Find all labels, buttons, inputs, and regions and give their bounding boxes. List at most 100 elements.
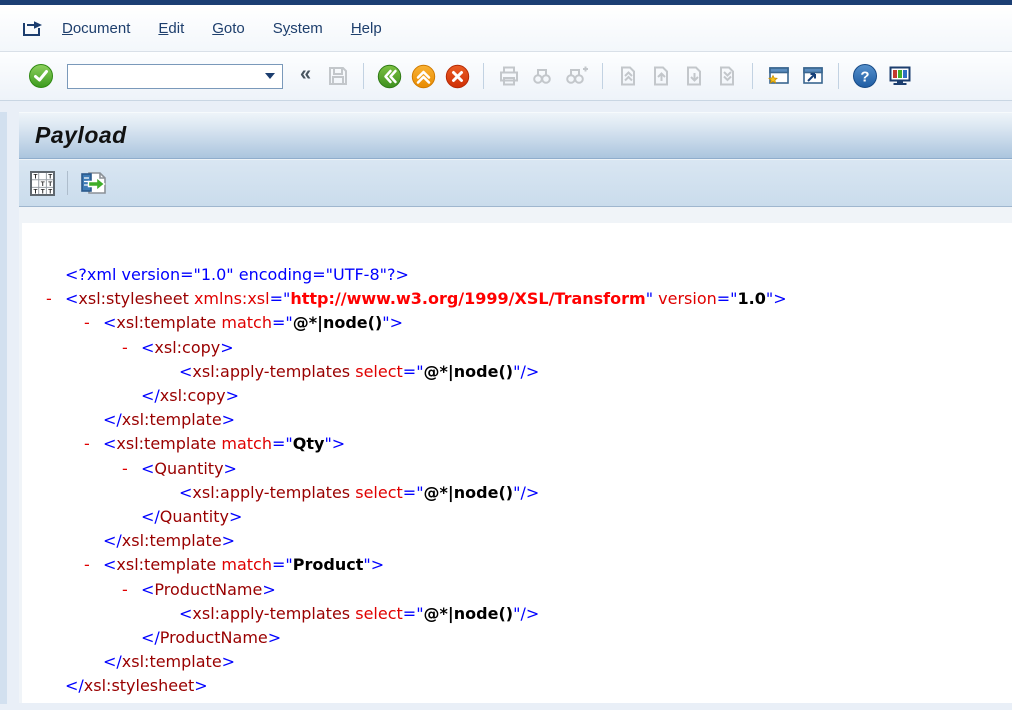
collapse-marker[interactable]: - — [122, 578, 141, 602]
find-next-button — [563, 64, 589, 88]
command-input[interactable] — [72, 66, 264, 87]
xml-line: </Quantity> — [22, 505, 1012, 529]
xml-line: -<xsl:copy> — [22, 336, 1012, 360]
xml-token: > — [222, 410, 235, 429]
xml-token: </ — [103, 652, 122, 671]
toolbar-separator — [363, 63, 364, 89]
content-area: <?xml version="1.0" encoding="UTF-8"?>-<… — [19, 207, 1012, 703]
xml-token: select — [355, 483, 403, 502]
page-title: Payload — [35, 122, 127, 149]
xml-token: > — [268, 628, 281, 647]
export-button[interactable] — [79, 170, 108, 197]
exit-session-icon[interactable] — [20, 17, 46, 39]
xml-token: > — [262, 580, 275, 599]
xml-token: </ — [141, 386, 160, 405]
collapse-marker[interactable]: - — [84, 553, 103, 577]
menu-edit[interactable]: Edit — [158, 20, 184, 37]
xml-token: > — [229, 507, 242, 526]
table-view-button[interactable]: TT TT TTT — [29, 170, 56, 197]
xml-token: < — [179, 483, 192, 502]
menu-help[interactable]: Help — [351, 20, 382, 37]
xml-token: xsl:apply-templates — [192, 362, 350, 381]
menu-goto[interactable]: Goto — [212, 20, 245, 37]
enter-button[interactable] — [28, 63, 54, 89]
xml-token: </ — [103, 410, 122, 429]
collapse-marker[interactable]: - — [84, 432, 103, 456]
xml-token: > — [226, 386, 239, 405]
menu-items: Document Edit Goto System Help — [62, 20, 382, 37]
help-button[interactable]: ? — [852, 63, 878, 89]
xml-token: " — [646, 289, 658, 308]
xml-token: match — [221, 313, 272, 332]
svg-text:T: T — [48, 188, 52, 195]
xml-token: 1.0 — [738, 289, 766, 308]
xml-token: > — [222, 652, 235, 671]
xml-token: "> — [324, 434, 345, 453]
xml-token: Product — [293, 555, 364, 574]
xml-token: http://www.w3.org/1999/XSL/Transform — [290, 289, 645, 308]
svg-text:T: T — [41, 180, 45, 187]
toolbar-separator — [838, 63, 839, 89]
toolbar-separator — [752, 63, 753, 89]
xml-token: =" — [403, 362, 424, 381]
collapse-marker[interactable]: - — [122, 457, 141, 481]
xml-token: <?xml version="1.0" encoding="UTF-8"?> — [65, 265, 409, 284]
sap-gui-window: Document Edit Goto System Help « — [0, 0, 1012, 704]
xml-line: <xsl:apply-templates select="@*|node()"/… — [22, 602, 1012, 626]
cancel-button[interactable] — [445, 64, 470, 89]
xml-token: =" — [272, 434, 293, 453]
customize-layout-button[interactable] — [887, 64, 913, 89]
xml-token: Quantity — [154, 459, 223, 478]
xml-token: =" — [272, 555, 293, 574]
xml-token: xmlns:xsl — [194, 289, 270, 308]
new-session-button[interactable] — [766, 64, 791, 88]
xml-line: -<xsl:template match="Qty"> — [22, 432, 1012, 456]
xml-token: xsl:copy — [154, 338, 220, 357]
xml-token: ProductName — [160, 628, 268, 647]
xml-token: xsl:template — [116, 434, 216, 453]
collapse-marker[interactable]: - — [122, 336, 141, 360]
chevron-down-icon[interactable] — [264, 72, 276, 80]
xml-line: </xsl:stylesheet> — [22, 674, 1012, 698]
xml-token: </ — [65, 676, 84, 695]
xml-token: > — [224, 459, 237, 478]
xml-token: < — [141, 580, 154, 599]
xml-token: < — [179, 604, 192, 623]
xml-token: @*|node() — [293, 313, 383, 332]
xml-token: match — [221, 555, 272, 574]
svg-text:T: T — [34, 173, 38, 180]
exit-button[interactable] — [411, 64, 436, 89]
collapse-toolbar-icon[interactable]: « — [300, 63, 311, 86]
system-toolbar: « — [0, 52, 1012, 101]
last-page-button — [715, 64, 739, 88]
menu-system[interactable]: System — [273, 20, 323, 37]
command-field — [67, 64, 283, 89]
xml-line: </xsl:template> — [22, 408, 1012, 432]
xml-token: =" — [717, 289, 738, 308]
collapse-marker[interactable]: - — [84, 311, 103, 335]
xml-line: <xsl:apply-templates select="@*|node()"/… — [22, 481, 1012, 505]
back-button[interactable] — [377, 64, 402, 89]
xml-line: -<xsl:template match="@*|node()"> — [22, 311, 1012, 335]
main-panel: Payload TT TT TTT — [19, 112, 1012, 704]
xml-token: xsl:template — [122, 410, 222, 429]
xml-token: Qty — [293, 434, 325, 453]
xml-token: @*|node() — [424, 483, 514, 502]
xml-viewer: <?xml version="1.0" encoding="UTF-8"?>-<… — [22, 223, 1012, 703]
xml-token: < — [141, 338, 154, 357]
collapse-marker[interactable]: - — [46, 287, 65, 311]
xml-token: > — [222, 531, 235, 550]
xml-token: select — [355, 362, 403, 381]
xml-token: "> — [382, 313, 403, 332]
app-toolbar-separator — [67, 171, 68, 195]
xml-token: < — [65, 289, 78, 308]
xml-line: -<ProductName> — [22, 578, 1012, 602]
left-margin-strip — [0, 112, 7, 704]
xml-line: </xsl:copy> — [22, 384, 1012, 408]
menu-document[interactable]: Document — [62, 20, 130, 37]
xml-token: < — [103, 555, 116, 574]
create-shortcut-button[interactable] — [800, 64, 825, 88]
print-button — [497, 64, 521, 88]
xml-token: version — [658, 289, 717, 308]
svg-text:?: ? — [861, 69, 870, 86]
